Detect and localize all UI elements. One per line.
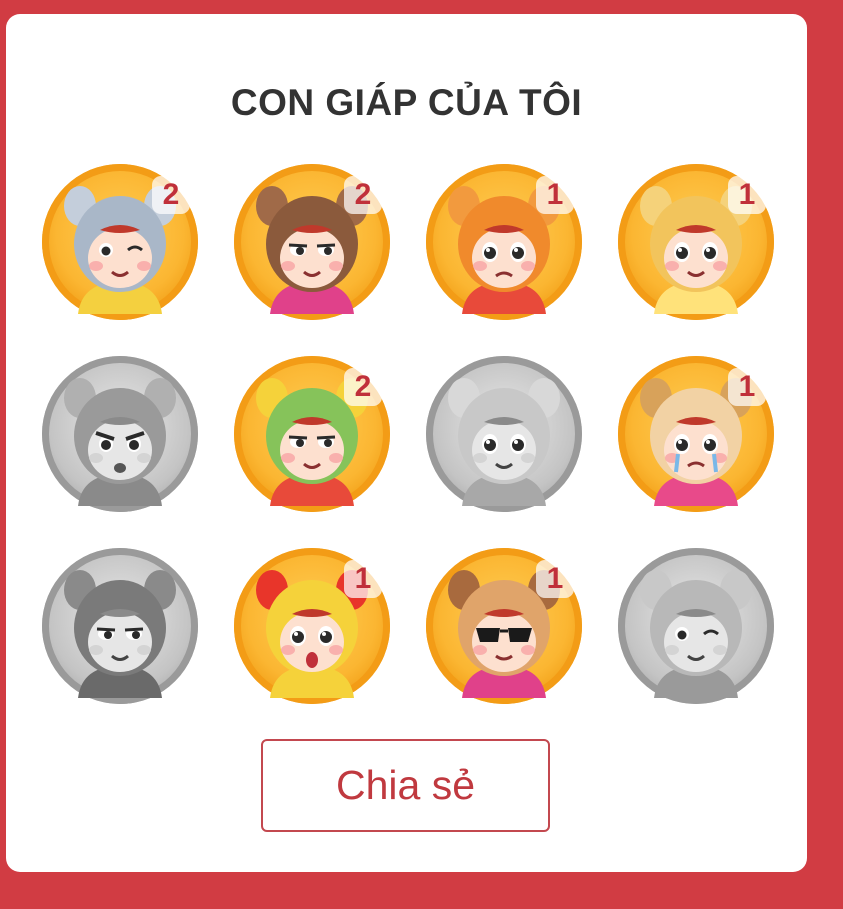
zodiac-goat[interactable]: 1: [618, 356, 774, 512]
dragon-icon: [64, 378, 176, 506]
zodiac-pig[interactable]: [618, 548, 774, 704]
zodiac-collection-card: CON GIÁP CỦA TÔI 2 2 1 1 2 1 1 1 Chia sẻ: [6, 14, 807, 872]
zodiac-rat[interactable]: 2: [42, 164, 198, 320]
page-title: CON GIÁP CỦA TÔI: [230, 82, 583, 123]
zodiac-cat[interactable]: 1: [618, 164, 774, 320]
count-badge: 1: [728, 368, 766, 406]
count-badge: 1: [536, 560, 574, 598]
zodiac-monkey[interactable]: [42, 548, 198, 704]
horse-icon: [448, 378, 560, 506]
share-button[interactable]: Chia sẻ: [261, 739, 550, 832]
zodiac-snake[interactable]: 2: [234, 356, 390, 512]
monkey-icon: [64, 570, 176, 698]
zodiac-tiger[interactable]: 1: [426, 164, 582, 320]
pig-icon: [640, 570, 752, 698]
count-badge: 2: [344, 176, 382, 214]
count-badge: 2: [344, 368, 382, 406]
count-badge: 1: [536, 176, 574, 214]
count-badge: 2: [152, 176, 190, 214]
zodiac-dragon[interactable]: [42, 356, 198, 512]
zodiac-ox[interactable]: 2: [234, 164, 390, 320]
count-badge: 1: [728, 176, 766, 214]
count-badge: 1: [344, 560, 382, 598]
zodiac-horse[interactable]: [426, 356, 582, 512]
zodiac-rooster[interactable]: 1: [234, 548, 390, 704]
zodiac-dog[interactable]: 1: [426, 548, 582, 704]
